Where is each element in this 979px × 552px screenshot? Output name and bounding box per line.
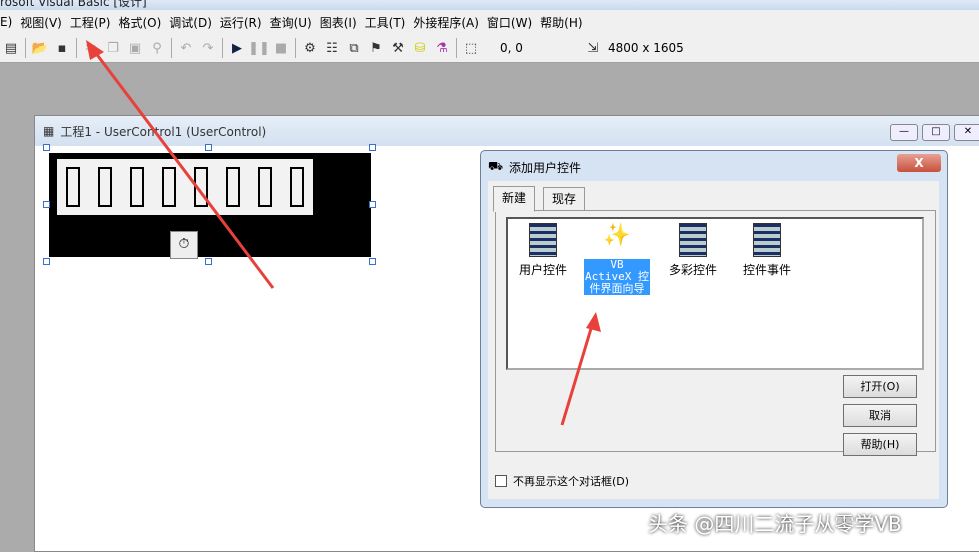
arrowhead [86, 40, 104, 60]
watermark: 头条 @四川二流子从零学VB [648, 512, 902, 536]
arrow-to-wizard [560, 321, 595, 426]
arrowhead [586, 312, 601, 332]
annotation-arrows [86, 40, 601, 426]
arrow-to-project-menu [90, 47, 275, 289]
tab-new[interactable]: 新建 [493, 186, 536, 212]
